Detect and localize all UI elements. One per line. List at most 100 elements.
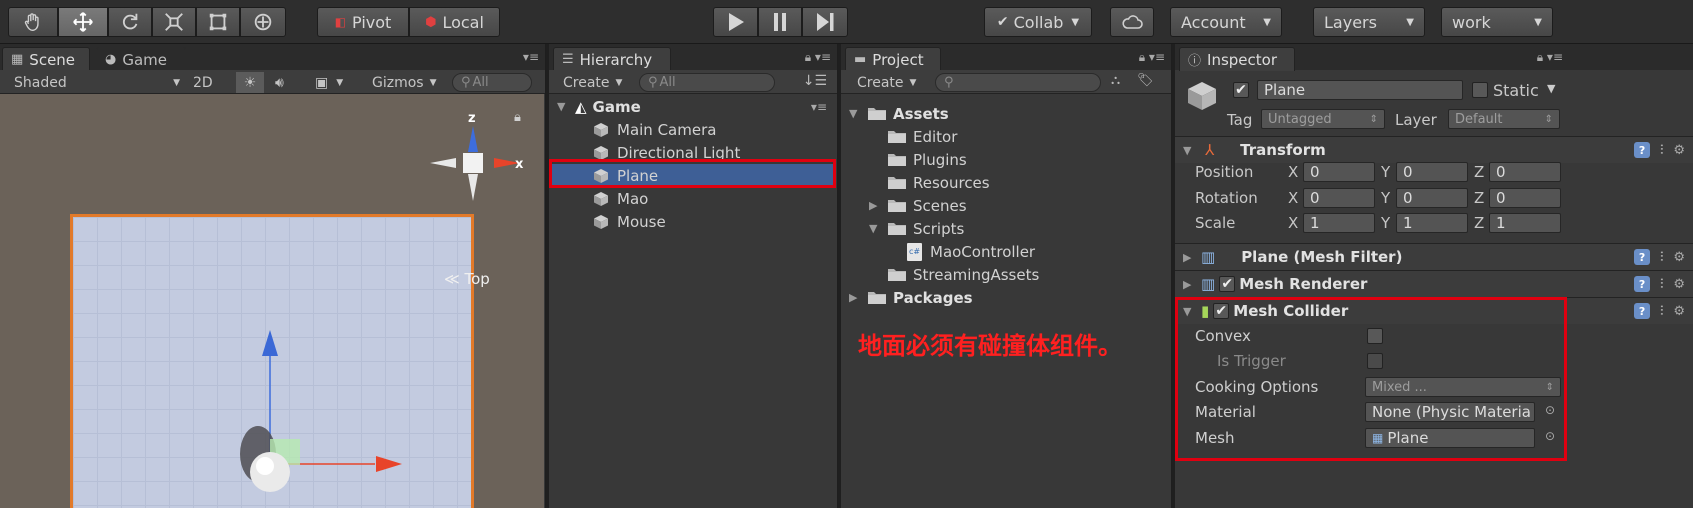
search-icon: ⚲ (648, 75, 658, 90)
filter-type-icon[interactable]: ⛬ (1111, 73, 1120, 88)
hierarchy-create-dropdown[interactable]: Create ▼ (563, 73, 622, 92)
mesh-renderer-enabled-checkbox[interactable]: ✔ (1219, 276, 1236, 292)
cloud-button[interactable] (1110, 7, 1154, 37)
collapse-arrow-icon[interactable]: ▶ (869, 199, 881, 212)
tab-inspector[interactable]: ⓘ Inspector (1179, 47, 1295, 71)
scale-tool-button[interactable] (152, 7, 196, 37)
project-create-dropdown[interactable]: Create ▼ (857, 73, 916, 92)
transform-rotation-field[interactable]: 0 (1489, 188, 1561, 208)
scene-search-input[interactable]: ⚲ All (452, 73, 532, 92)
layer-label: Layer (1395, 111, 1437, 129)
help-icon[interactable]: ? (1634, 303, 1651, 319)
mesh-filter-header[interactable]: ▶ ▥ Plane (Mesh Filter) ? ⫶ ⚙ (1175, 243, 1693, 270)
rotate-tool-button[interactable] (108, 7, 152, 37)
tab-hierarchy[interactable]: ☰ Hierarchy (553, 47, 671, 71)
pivot-toggle[interactable]: ◧ Pivot (317, 7, 409, 37)
step-button[interactable] (802, 7, 848, 37)
transform-position-field[interactable]: 0 (1303, 162, 1375, 182)
transform-scale-field[interactable]: 1 (1396, 213, 1468, 233)
collab-dropdown[interactable]: ✔ Collab ▼ (984, 7, 1092, 37)
scene-viewport[interactable]: z x ≪ Top 🔒︎ (0, 94, 544, 508)
gear-icon[interactable]: ⚙ (1673, 277, 1685, 292)
lock-menu-icon[interactable]: 🔒︎ ▾≡ (1537, 50, 1563, 65)
hierarchy-item-label: Main Camera (617, 120, 717, 139)
lock-menu-icon[interactable]: 🔒︎ ▾≡ (805, 50, 831, 65)
active-checkbox[interactable]: ✔ (1233, 82, 1249, 98)
lighting-toggle[interactable]: ☀ (236, 72, 264, 93)
sort-icon[interactable]: ↓☰ (803, 73, 827, 89)
collapse-arrow-icon[interactable]: ▶ (849, 291, 861, 304)
rotate-icon (122, 13, 138, 30)
transform-scale-field[interactable]: 1 (1489, 213, 1561, 233)
project-tree-item[interactable]: StreamingAssets (887, 263, 1039, 286)
static-dropdown-icon[interactable]: ▼ (1547, 82, 1555, 95)
transform-scale-label: Scale (1195, 214, 1236, 232)
hierarchy-controlbar: Create ▼ ⚲ All ↓☰ (549, 70, 837, 94)
help-icon[interactable]: ? (1634, 142, 1651, 158)
project-tree-item[interactable]: Plugins (887, 148, 967, 171)
play-button[interactable] (713, 7, 758, 37)
hierarchy-search-input[interactable]: ⚲ All (639, 73, 775, 92)
2d-toggle[interactable]: 2D (193, 73, 213, 92)
preset-icon[interactable]: ⫶ (1660, 304, 1663, 319)
help-icon[interactable]: ? (1634, 249, 1651, 265)
project-tree-item[interactable]: ▼ Scripts (869, 217, 964, 240)
tab-scene[interactable]: ▦ Scene (2, 47, 90, 71)
tab-project[interactable]: ▬ Project (845, 47, 941, 71)
preset-icon[interactable]: ⫶ (1660, 143, 1663, 158)
help-icon[interactable]: ? (1634, 276, 1651, 292)
project-tree-item[interactable]: c# MaoController (907, 240, 1035, 263)
transform-position-field[interactable]: 0 (1396, 162, 1468, 182)
layout-dropdown[interactable]: work ▼ (1441, 7, 1553, 37)
tab-game[interactable]: ◕ Game (96, 47, 186, 71)
scene-root-row[interactable]: ▼ ◭ Game ▾≡ (557, 95, 837, 118)
move-tool-button[interactable] (58, 7, 108, 37)
lock-menu-icon[interactable]: 🔒︎ ▾≡ (1139, 50, 1165, 65)
preset-icon[interactable]: ⫶ (1660, 250, 1663, 265)
panel-menu-icon[interactable]: ▾≡ (523, 50, 539, 64)
static-checkbox[interactable] (1472, 82, 1488, 98)
account-dropdown[interactable]: Account ▼ (1170, 7, 1282, 37)
layer-dropdown[interactable]: Default ⇕ (1448, 109, 1560, 129)
transform-header[interactable]: ▼ ⅄ Transform ? ⫶ ⚙ (1175, 136, 1693, 163)
project-tree-item[interactable]: ▶ Packages (849, 286, 973, 309)
audio-toggle[interactable]: 🔊︎ (275, 73, 284, 92)
transform-rotation-field[interactable]: 0 (1396, 188, 1468, 208)
hierarchy-item[interactable]: Main Camera (549, 118, 834, 141)
hierarchy-item[interactable]: Mouse (549, 210, 834, 233)
project-tree-item[interactable]: ▼ Assets (849, 102, 949, 125)
folder-icon (888, 131, 906, 143)
pause-button[interactable] (758, 7, 802, 37)
axis-label: Y (1381, 189, 1391, 207)
transform-rotation-field[interactable]: 0 (1303, 188, 1375, 208)
gear-icon[interactable]: ⚙ (1673, 304, 1685, 319)
expand-arrow-icon[interactable]: ▼ (869, 222, 881, 235)
mesh-renderer-header[interactable]: ▶ ▥ ✔ Mesh Renderer ? ⫶ ⚙ (1175, 270, 1693, 297)
transform-tool-button[interactable] (240, 7, 286, 37)
project-search-input[interactable]: ⚲ (935, 73, 1101, 92)
project-tree-item[interactable]: ▶ Scenes (869, 194, 967, 217)
object-name-input[interactable]: Plane (1257, 80, 1463, 100)
gizmos-dropdown[interactable]: Gizmos ▼ (372, 73, 437, 92)
gear-icon[interactable]: ⚙ (1673, 143, 1685, 158)
gear-icon[interactable]: ⚙ (1673, 250, 1685, 265)
tag-dropdown[interactable]: Untagged ⇕ (1261, 109, 1385, 129)
project-tree-item[interactable]: Editor (887, 125, 957, 148)
layers-dropdown[interactable]: Layers ▼ (1313, 7, 1425, 37)
transform-scale-field[interactable]: 1 (1303, 213, 1375, 233)
collapse-arrow-icon: ▶ (1183, 277, 1192, 291)
transform-position-field[interactable]: 0 (1489, 162, 1561, 182)
move-handle[interactable] (230, 324, 420, 504)
effects-dropdown[interactable]: ▣ ▼ (315, 73, 343, 92)
project-tree-item[interactable]: Resources (887, 171, 990, 194)
hierarchy-item[interactable]: Mao (549, 187, 834, 210)
lock-icon[interactable]: 🔒︎ (514, 110, 521, 125)
local-toggle[interactable]: ⬢ Local (409, 7, 500, 37)
preset-icon[interactable]: ⫶ (1660, 277, 1663, 292)
hand-tool-button[interactable] (8, 7, 58, 37)
rect-tool-button[interactable] (196, 7, 240, 37)
label-tag-icon[interactable]: 🏷︎ (1137, 73, 1154, 88)
scene-menu-icon[interactable]: ▾≡ (811, 100, 827, 114)
expand-arrow-icon[interactable]: ▼ (849, 107, 861, 120)
shading-mode-dropdown[interactable]: Shaded ▼ (14, 73, 180, 92)
